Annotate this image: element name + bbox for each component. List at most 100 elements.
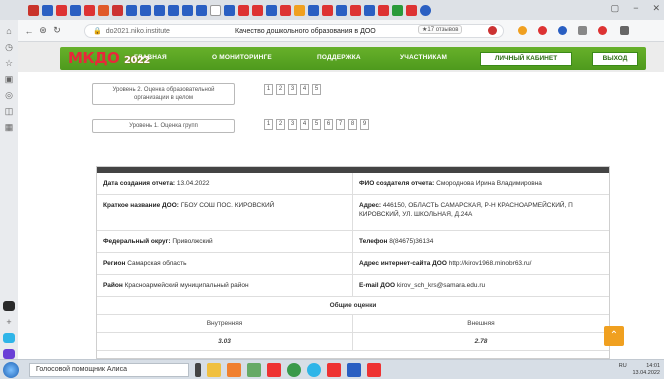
app-icon[interactable]	[3, 332, 15, 343]
tab-icon[interactable]	[182, 4, 193, 16]
downloads-icon[interactable]: ▣	[4, 74, 14, 84]
media-icon[interactable]: ◎	[4, 90, 14, 100]
tab-icon[interactable]	[252, 4, 263, 16]
level2-button[interactable]: Уровень 2. Оценка образовательной органи…	[92, 83, 235, 105]
field-value: 13.04.2022	[176, 180, 210, 187]
home-icon[interactable]: ⌂	[4, 26, 14, 36]
level1-button[interactable]: Уровень 1. Оценка групп	[92, 119, 235, 133]
page-button[interactable]: 1	[264, 119, 273, 130]
minimize-button[interactable]: −	[633, 3, 638, 14]
tab-icon[interactable]	[126, 4, 137, 16]
page-button[interactable]: 4	[300, 119, 309, 130]
app-icon[interactable]	[3, 348, 15, 359]
yandex-icon[interactable]	[267, 362, 281, 377]
system-clock[interactable]: RU 14:01 13.04.2022	[619, 363, 660, 377]
tab-icon[interactable]	[98, 4, 109, 16]
tab-icon[interactable]	[154, 4, 165, 16]
tab-icon[interactable]	[350, 4, 361, 16]
reviews-badge[interactable]: ★17 отзывов	[418, 25, 463, 34]
chrome-icon[interactable]	[287, 362, 301, 377]
nav-monitoring[interactable]: О МОНИТОРИНГЕ	[212, 54, 272, 61]
tab-icon[interactable]	[140, 4, 151, 16]
restore-button[interactable]: ▢	[611, 3, 620, 14]
tab-icon[interactable]	[406, 4, 417, 16]
page-button[interactable]: 9	[360, 119, 369, 130]
tab-icon[interactable]	[196, 4, 207, 16]
extension-icon[interactable]	[558, 26, 567, 35]
history-icon[interactable]: ◷	[4, 42, 14, 52]
clock-time: 14:01	[646, 363, 660, 369]
tab-icon[interactable]	[224, 4, 235, 16]
tab-icon[interactable]	[266, 4, 277, 16]
tab-icon[interactable]	[280, 4, 291, 16]
arrow-left-icon[interactable]: ←	[22, 26, 36, 36]
field-label: Регион	[103, 260, 126, 267]
logo-text: МКДО	[68, 49, 120, 67]
app-icon[interactable]	[247, 362, 261, 377]
tab-icon[interactable]	[322, 4, 333, 16]
extension-icon[interactable]	[538, 26, 547, 35]
external-score: 2.78	[353, 333, 609, 351]
tab-icon[interactable]	[238, 4, 249, 16]
page-button[interactable]: 1	[264, 84, 273, 95]
extension-icon[interactable]	[488, 26, 497, 35]
tab-icon[interactable]	[56, 4, 67, 16]
nav-support[interactable]: ПОДДЕРЖКА	[317, 54, 361, 61]
tab-icon[interactable]	[168, 4, 179, 16]
notes-icon[interactable]: ◫	[4, 106, 14, 116]
page-button[interactable]: 5	[312, 84, 321, 95]
page-button[interactable]: 6	[324, 119, 333, 130]
bookmarks-icon[interactable]: ☆	[4, 58, 14, 68]
email-link[interactable]: kirov_sch_krs@samara.edu.ru	[397, 282, 485, 289]
page-button[interactable]: 2	[276, 119, 285, 130]
tab-icon[interactable]	[28, 4, 39, 16]
field-label: Краткое название ДОО:	[103, 202, 179, 209]
microphone-icon[interactable]	[195, 362, 201, 377]
close-button[interactable]: ✕	[652, 3, 660, 14]
tab-icon[interactable]	[378, 4, 389, 16]
tab-icon[interactable]	[392, 4, 403, 16]
page-button[interactable]: 3	[288, 119, 297, 130]
reload-icon[interactable]: ↻	[50, 25, 64, 36]
extension-icon[interactable]	[518, 26, 527, 35]
start-button[interactable]	[3, 361, 19, 378]
apps-icon[interactable]: ▦	[4, 122, 14, 132]
tab-icon[interactable]	[336, 4, 347, 16]
tab-icon[interactable]	[112, 4, 123, 16]
tab-icon[interactable]	[364, 4, 375, 16]
tab-icon[interactable]	[210, 4, 221, 16]
file-explorer-icon[interactable]	[207, 362, 221, 377]
add-icon[interactable]: +	[4, 317, 14, 327]
page-button[interactable]: 8	[348, 119, 357, 130]
app-icon[interactable]	[3, 300, 15, 311]
extension-icon[interactable]	[598, 26, 607, 35]
tab-icon[interactable]	[42, 4, 53, 16]
page-button[interactable]: 5	[312, 119, 321, 130]
page-button[interactable]: 4	[300, 84, 309, 95]
page-button[interactable]: 3	[288, 84, 297, 95]
extension-icon[interactable]	[578, 26, 587, 35]
tab-icon[interactable]	[70, 4, 81, 16]
website-link[interactable]: http://kirov1968.minobr63.ru/	[449, 260, 532, 267]
level2-pager: 1 2 3 4 5	[264, 84, 321, 95]
tray-lang[interactable]: RU	[619, 363, 627, 369]
tab-icon[interactable]	[308, 4, 319, 16]
exit-button[interactable]: ВЫХОД	[592, 52, 638, 66]
new-tab-icon[interactable]	[420, 4, 431, 16]
nav-main[interactable]: ГЛАВНАЯ	[134, 54, 167, 61]
download-icon[interactable]	[620, 26, 629, 35]
browser-icon[interactable]	[307, 362, 321, 377]
yandex-browser-icon[interactable]	[367, 362, 381, 377]
nav-participants[interactable]: УЧАСТНИКАМ	[400, 54, 447, 61]
page-button[interactable]: 7	[336, 119, 345, 130]
tab-icon[interactable]	[84, 4, 95, 16]
media-player-icon[interactable]	[227, 362, 241, 377]
word-icon[interactable]	[347, 362, 361, 377]
page-button[interactable]: 2	[276, 84, 285, 95]
cabinet-button[interactable]: ЛИЧНЫЙ КАБИНЕТ	[480, 52, 572, 66]
yandex-browser-icon[interactable]	[327, 362, 341, 377]
scroll-to-top-button[interactable]: ⌃	[604, 326, 624, 346]
assistant-search[interactable]: Голосовой помощник Алиса	[29, 362, 189, 377]
settings-icon[interactable]: ⊛	[36, 25, 50, 36]
tab-icon[interactable]	[294, 4, 305, 16]
